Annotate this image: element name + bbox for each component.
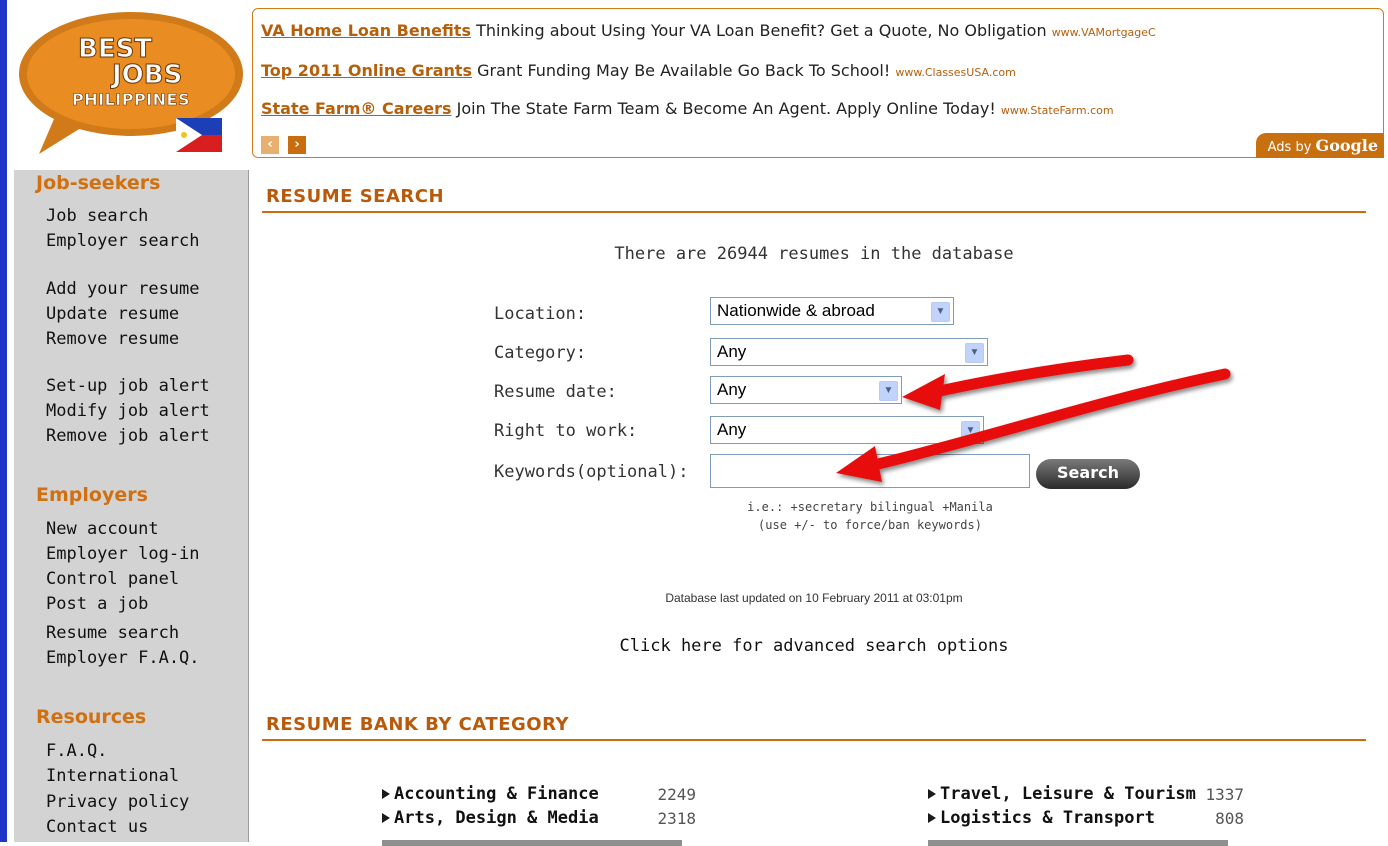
category-name[interactable]: Arts, Design & Media xyxy=(394,808,599,828)
category-item[interactable]: Accounting & Finance xyxy=(382,784,599,804)
ad-url[interactable]: www.VAMortgageC xyxy=(1052,26,1156,39)
bullet-triangle-icon xyxy=(382,789,390,799)
sidebar-item-faq[interactable]: F.A.Q. xyxy=(46,741,107,761)
category-count: 1337 xyxy=(1205,785,1244,804)
resume-count-text: There are 26944 resumes in the database xyxy=(614,244,1014,264)
chevron-down-icon[interactable]: ▼ xyxy=(879,381,898,401)
sidebar-item-new-account[interactable]: New account xyxy=(46,519,159,539)
window-left-edge xyxy=(0,0,7,842)
ad-item[interactable]: Top 2011 Online Grants Grant Funding May… xyxy=(261,61,1016,80)
ads-by-google-badge[interactable]: Ads by Google xyxy=(1255,133,1384,158)
bullet-triangle-icon xyxy=(928,789,936,799)
category-count: 2249 xyxy=(657,785,696,804)
keywords-hint-usage: (use +/- to force/ban keywords) xyxy=(758,518,982,532)
sidebar-item-employer-search[interactable]: Employer search xyxy=(46,231,200,251)
chevron-down-icon[interactable]: ▼ xyxy=(961,421,980,441)
category-item[interactable]: Arts, Design & Media xyxy=(382,808,599,828)
sidebar-item-modify-job-alert[interactable]: Modify job alert xyxy=(46,401,210,421)
keywords-input[interactable] xyxy=(710,454,1030,488)
section-divider xyxy=(262,739,1366,741)
site-logo[interactable]: BEST JOBS PHILIPPINES xyxy=(14,4,248,164)
chevron-down-icon[interactable]: ▼ xyxy=(965,343,984,363)
category-item-cutoff xyxy=(928,836,1248,846)
ad-url[interactable]: www.ClassesUSA.com xyxy=(895,66,1015,79)
logo-text-jobs: JOBS xyxy=(111,60,183,91)
category-select-value: Any xyxy=(717,342,747,361)
red-arrow-icon xyxy=(902,354,1134,410)
chevron-down-icon[interactable]: ▼ xyxy=(931,302,950,322)
ad-title[interactable]: VA Home Loan Benefits xyxy=(261,21,471,40)
category-select[interactable]: Any ▼ xyxy=(710,338,988,366)
keywords-hint-example: i.e.: +secretary bilingual +Manila xyxy=(747,500,993,514)
philippine-flag-icon xyxy=(176,118,222,152)
sidebar-heading-jobseekers: Job-seekers xyxy=(36,172,161,194)
keywords-label: Keywords(optional): xyxy=(494,462,689,482)
sidebar-item-employer-faq[interactable]: Employer F.A.Q. xyxy=(46,648,200,668)
category-name[interactable]: Travel, Leisure & Tourism xyxy=(940,784,1196,804)
ad-title[interactable]: State Farm® Careers xyxy=(261,99,452,118)
ad-prev-icon[interactable]: ‹ xyxy=(261,136,279,154)
ads-by-prefix: Ads by xyxy=(1267,140,1312,155)
google-ads-box: VA Home Loan Benefits Thinking about Usi… xyxy=(252,8,1384,158)
category-count: 808 xyxy=(1215,809,1244,828)
category-label: Category: xyxy=(494,343,587,363)
sidebar-item-remove-resume[interactable]: Remove resume xyxy=(46,329,179,349)
ad-text: Thinking about Using Your VA Loan Benefi… xyxy=(476,21,1047,40)
right-to-work-select[interactable]: Any ▼ xyxy=(710,416,984,444)
category-item[interactable]: Logistics & Transport xyxy=(928,808,1155,828)
ad-text: Join The State Farm Team & Become An Age… xyxy=(456,99,996,118)
sidebar-item-update-resume[interactable]: Update resume xyxy=(46,304,179,324)
sidebar-item-contact-us[interactable]: Contact us xyxy=(46,817,148,837)
advanced-search-link[interactable]: Click here for advanced search options xyxy=(262,636,1366,656)
location-select[interactable]: Nationwide & abroad ▼ xyxy=(710,297,954,325)
category-name[interactable]: Accounting & Finance xyxy=(394,784,599,804)
section-title-resume-bank: RESUME BANK BY CATEGORY xyxy=(266,714,569,735)
category-count: 2318 xyxy=(657,809,696,828)
ad-url[interactable]: www.StateFarm.com xyxy=(1001,104,1114,117)
sidebar-item-employer-login[interactable]: Employer log-in xyxy=(46,544,200,564)
bullet-triangle-icon xyxy=(382,813,390,823)
search-button[interactable]: Search xyxy=(1036,459,1140,489)
database-updated-text: Database last updated on 10 February 201… xyxy=(665,591,963,605)
logo-text-philippines: PHILIPPINES xyxy=(72,90,190,110)
sidebar-item-add-resume[interactable]: Add your resume xyxy=(46,279,200,299)
category-item-cutoff xyxy=(382,836,702,846)
sidebar-item-international[interactable]: International xyxy=(46,766,179,786)
google-brand: Google xyxy=(1315,136,1378,155)
ad-navigation: ‹ › xyxy=(261,133,310,154)
sidebar-item-setup-job-alert[interactable]: Set-up job alert xyxy=(46,376,210,396)
sidebar-heading-resources: Resources xyxy=(36,706,147,728)
ad-next-icon[interactable]: › xyxy=(288,136,307,154)
right-to-work-select-value: Any xyxy=(717,420,747,439)
section-title-resume-search: RESUME SEARCH xyxy=(266,186,445,207)
category-name[interactable]: Logistics & Transport xyxy=(940,808,1155,828)
resume-date-select-value: Any xyxy=(717,380,747,399)
sidebar-heading-employers: Employers xyxy=(36,484,148,506)
sidebar-item-remove-job-alert[interactable]: Remove job alert xyxy=(46,426,210,446)
sidebar-item-post-job[interactable]: Post a job xyxy=(46,594,148,614)
ad-item[interactable]: VA Home Loan Benefits Thinking about Usi… xyxy=(261,21,1156,40)
resume-date-select[interactable]: Any ▼ xyxy=(710,376,902,404)
sidebar-item-control-panel[interactable]: Control panel xyxy=(46,569,179,589)
category-item[interactable]: Travel, Leisure & Tourism xyxy=(928,784,1196,804)
location-label: Location: xyxy=(494,304,587,324)
sidebar-item-privacy-policy[interactable]: Privacy policy xyxy=(46,792,189,812)
sidebar-item-resume-search[interactable]: Resume search xyxy=(46,623,179,643)
location-select-value: Nationwide & abroad xyxy=(717,301,875,320)
bullet-triangle-icon xyxy=(928,813,936,823)
ad-text: Grant Funding May Be Available Go Back T… xyxy=(477,61,891,80)
section-divider xyxy=(262,211,1366,213)
ad-title[interactable]: Top 2011 Online Grants xyxy=(261,61,472,80)
sidebar: Job-seekers Job search Employer search A… xyxy=(14,170,249,842)
resume-date-label: Resume date: xyxy=(494,382,617,402)
ad-item[interactable]: State Farm® Careers Join The State Farm … xyxy=(261,99,1114,118)
right-to-work-label: Right to work: xyxy=(494,421,638,441)
sidebar-item-job-search[interactable]: Job search xyxy=(46,206,148,226)
